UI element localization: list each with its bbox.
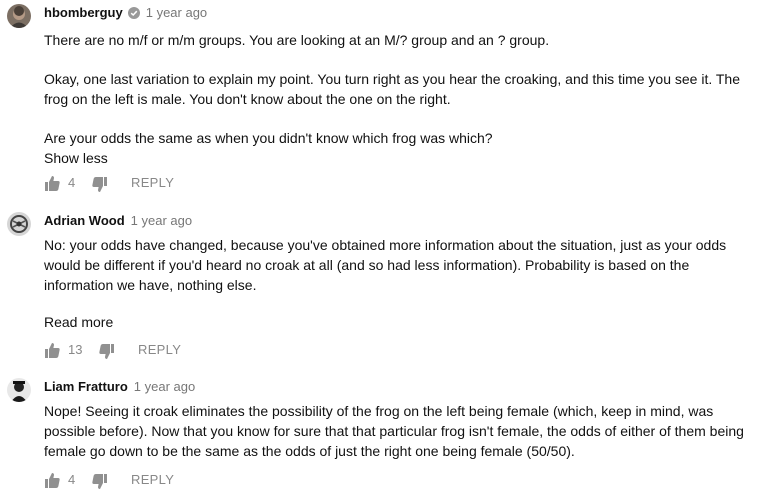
comment-author[interactable]: Liam Fratturo — [44, 379, 128, 394]
comment-author[interactable]: hbomberguy — [44, 5, 123, 20]
like-count: 13 — [68, 342, 83, 357]
liam-fratturo-avatar-icon[interactable] — [7, 378, 31, 402]
thumbs-up-icon[interactable] — [44, 473, 60, 491]
like-count: 4 — [68, 175, 76, 190]
comment-body: There are no m/f or m/m groups. You are … — [44, 30, 754, 168]
comment-header: Liam Fratturo 1 year ago — [44, 379, 195, 394]
verified-check-icon — [127, 7, 140, 22]
comment-timestamp[interactable]: 1 year ago — [146, 5, 207, 20]
thumbs-up-icon[interactable] — [44, 176, 60, 194]
like-count: 4 — [68, 472, 76, 487]
comment-body: Nope! Seeing it croak eliminates the pos… — [44, 401, 754, 461]
hbomberguy-avatar-icon[interactable] — [7, 4, 31, 28]
comment-header: hbomberguy 1 year ago — [44, 5, 207, 22]
thumbs-down-icon[interactable] — [92, 177, 108, 195]
comment-header: Adrian Wood 1 year ago — [44, 213, 192, 228]
read-more-link[interactable]: Read more — [44, 314, 113, 330]
comment-paragraph: There are no m/f or m/m groups. You are … — [44, 32, 550, 48]
comment-paragraph: Okay, one last variation to explain my p… — [44, 71, 740, 107]
comment-timestamp[interactable]: 1 year ago — [131, 213, 192, 228]
reply-button[interactable]: REPLY — [138, 342, 181, 357]
comment-author[interactable]: Adrian Wood — [44, 213, 125, 228]
reply-button[interactable]: REPLY — [131, 472, 174, 487]
comment-timestamp[interactable]: 1 year ago — [134, 379, 195, 394]
comment-paragraph: No: your odds have changed, because you'… — [44, 237, 727, 293]
comment-paragraph: Nope! Seeing it croak eliminates the pos… — [44, 403, 744, 459]
comment-paragraph: Are your odds the same as when you didn'… — [44, 130, 493, 146]
show-less-link[interactable]: Show less — [44, 148, 754, 168]
comment-body: No: your odds have changed, because you'… — [44, 235, 754, 295]
reply-button[interactable]: REPLY — [131, 175, 174, 190]
thumbs-down-icon[interactable] — [99, 344, 115, 362]
adrian-wood-avatar-icon[interactable] — [7, 212, 31, 236]
thumbs-down-icon[interactable] — [92, 474, 108, 492]
thumbs-up-icon[interactable] — [44, 343, 60, 361]
